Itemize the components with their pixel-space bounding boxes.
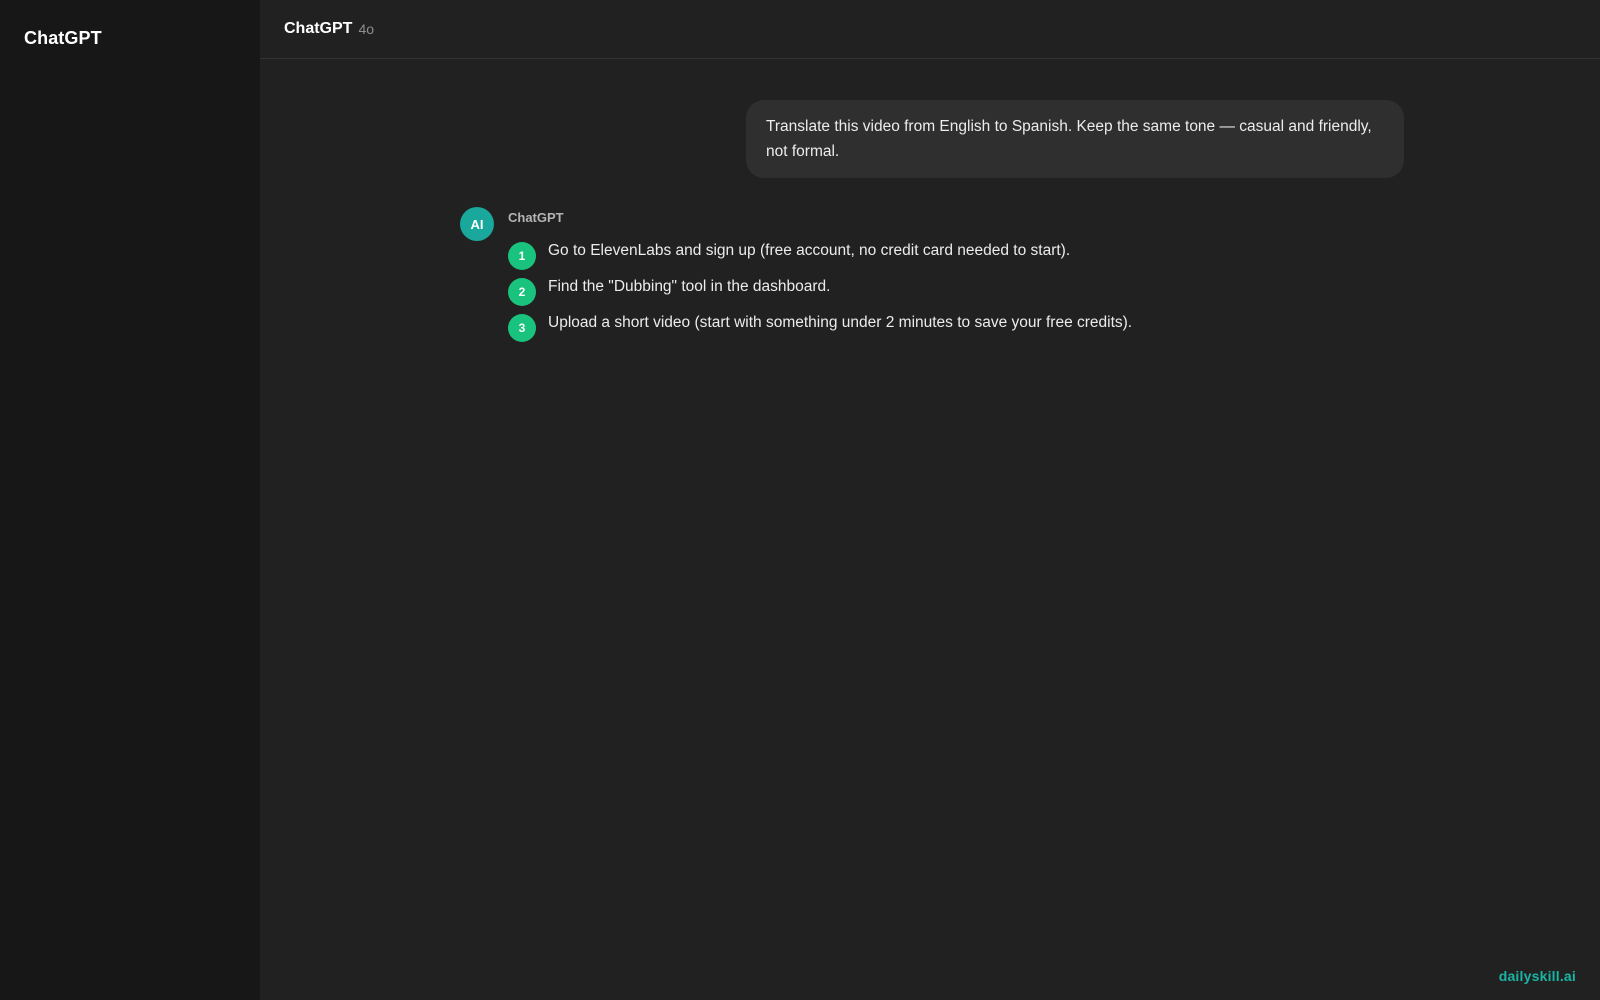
step-text: Go to ElevenLabs and sign up (free accou… [548, 242, 1071, 259]
step-list: 1 Go to ElevenLabs and sign up (free acc… [508, 236, 1132, 344]
user-message-row: Translate this video from English to Spa… [746, 100, 1404, 178]
watermark: dailyskill.ai [1498, 968, 1576, 984]
step-item: 2 Find the "Dubbing" tool in the dashboa… [508, 272, 1132, 308]
user-message-bubble: Translate this video from English to Spa… [746, 100, 1404, 178]
step-item: 1 Go to ElevenLabs and sign up (free acc… [508, 236, 1132, 272]
step-number-badge: 2 [508, 278, 536, 306]
assistant-name: ChatGPT [508, 210, 564, 225]
model-selector[interactable]: ChatGPT [284, 20, 352, 38]
top-bar: ChatGPT 4o [260, 0, 1600, 59]
app-window: ChatGPT ChatGPT 4o Translate this video … [0, 0, 1600, 1000]
step-text: Upload a short video (start with somethi… [548, 314, 1133, 331]
model-version: 4o [358, 21, 375, 37]
step-item: 3 Upload a short video (start with somet… [508, 308, 1132, 344]
sidebar: ChatGPT [0, 0, 260, 1000]
sidebar-brand[interactable]: ChatGPT [24, 28, 236, 49]
step-number-badge: 1 [508, 242, 536, 270]
step-number-badge: 3 [508, 314, 536, 342]
assistant-avatar: AI [460, 207, 494, 241]
step-text: Find the "Dubbing" tool in the dashboard… [548, 278, 831, 295]
chat-main: ChatGPT 4o Translate this video from Eng… [260, 0, 1600, 1000]
